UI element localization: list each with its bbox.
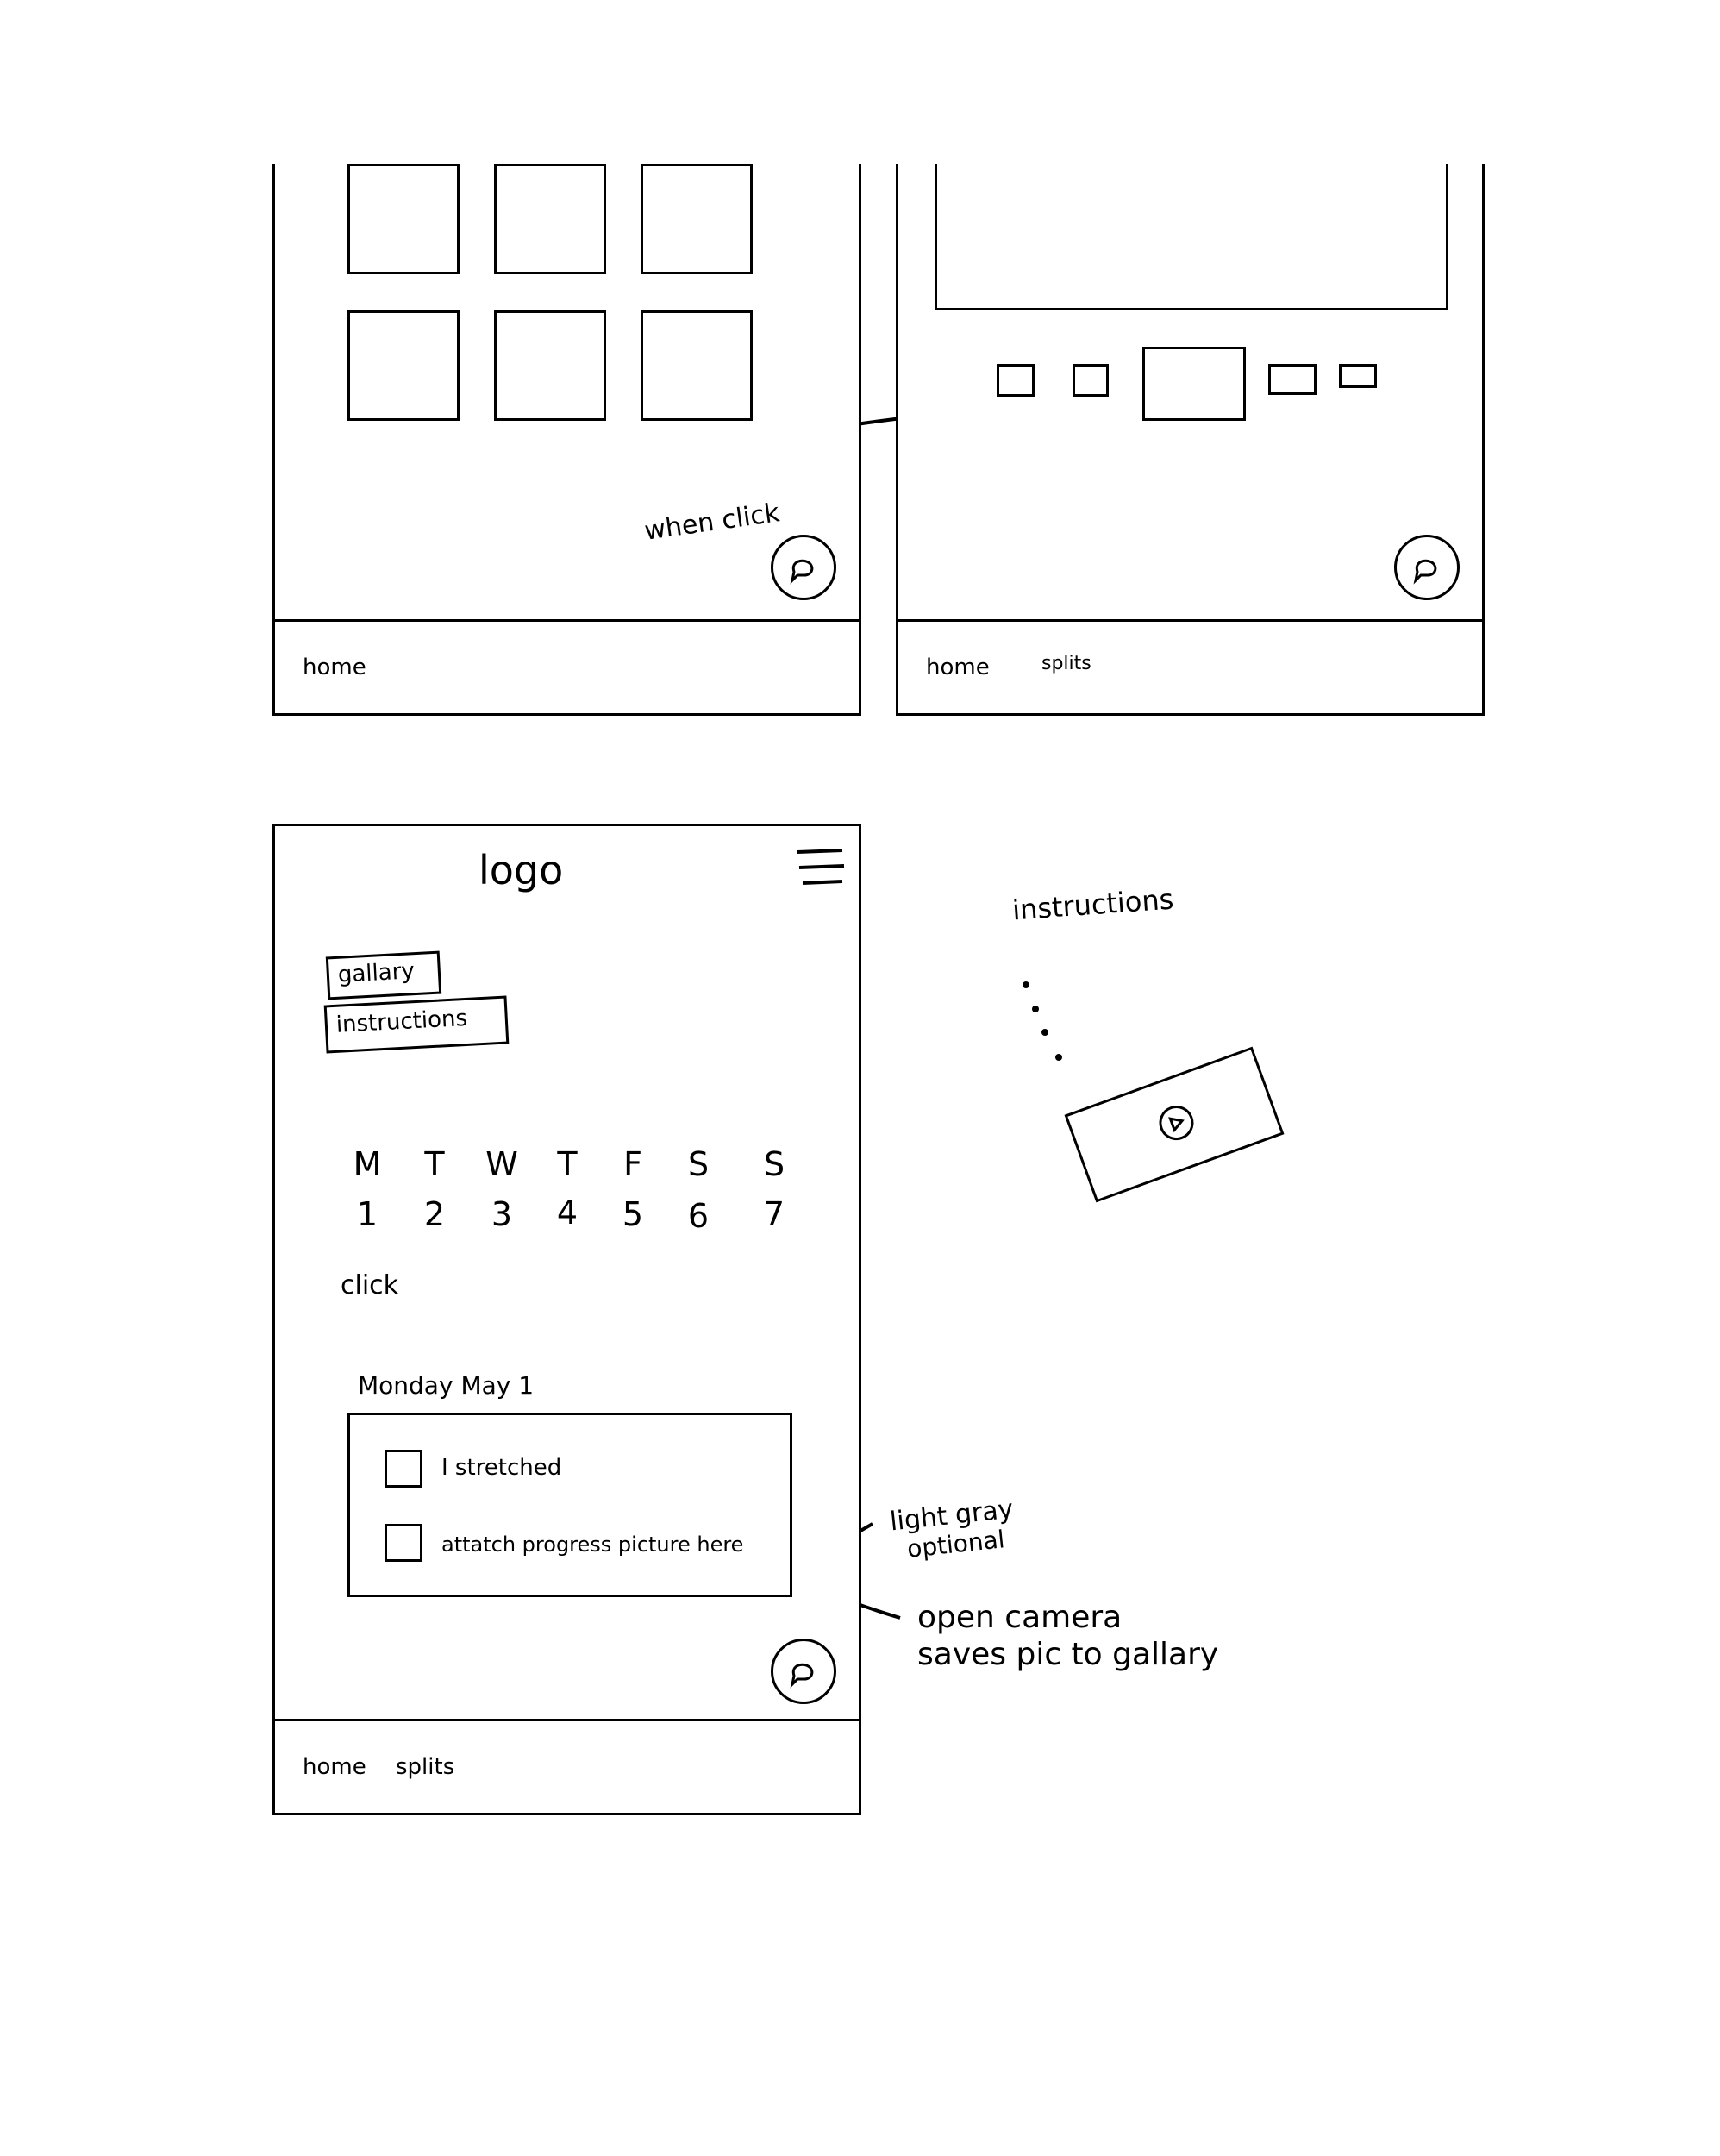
gallery-thumbnail[interactable] [641,310,753,421]
filmstrip-thumb[interactable] [1073,364,1109,397]
nav-home[interactable]: home [926,655,990,680]
date-cell[interactable]: 6 [668,1197,729,1235]
gallery-thumbnail[interactable] [641,164,753,274]
logo: logo [478,847,564,893]
day-label: T [557,1145,578,1183]
gallery-button-label: gallary [337,958,416,988]
day-label: T [424,1145,445,1183]
chat-icon [790,1663,814,1689]
date-cell[interactable]: 5 [603,1195,663,1233]
filmstrip-thumb-selected[interactable] [1142,347,1246,421]
main-image [935,164,1448,310]
day-label: W [485,1145,518,1183]
gallery-thumbnail[interactable] [347,310,460,421]
task-checkbox[interactable] [385,1450,422,1488]
date-cell[interactable]: 7 [744,1195,804,1233]
chat-button[interactable] [1394,535,1460,600]
gallery-screen: when click home [272,164,861,716]
task-label[interactable]: attatch progress picture here [441,1532,743,1557]
gallery-button[interactable]: gallary [325,950,442,1000]
when-click-annotation: when click [642,498,782,547]
instructions-video[interactable] [1064,1046,1285,1203]
day-label: M [353,1145,382,1183]
day-label: F [623,1145,642,1183]
play-icon [1168,1117,1185,1133]
chat-button[interactable] [771,1639,836,1704]
nav-splits[interactable]: splits [1041,653,1091,674]
viewer-screen: home splits [896,164,1485,716]
task-checkbox[interactable] [385,1524,422,1562]
gallery-thumbnail[interactable] [347,164,460,274]
selected-date-heading: Monday May 1 [358,1371,535,1400]
bottom-nav: home splits [275,1719,859,1813]
nav-splits[interactable]: splits [396,1754,454,1780]
filmstrip-thumb[interactable] [997,364,1035,397]
hamburger-icon [797,849,845,885]
home-screen: logo gallary instructions M T W T F S S … [272,824,861,1815]
instructions-button-label: instructions [335,1005,468,1038]
date-cell[interactable]: 3 [472,1195,532,1233]
bottom-nav: home splits [898,619,1482,713]
gallery-thumbnail[interactable] [494,164,606,274]
instructions-title: instructions [1010,882,1175,927]
day-label: S [687,1145,710,1183]
gallery-thumbnail[interactable] [494,310,606,421]
filmstrip-thumb[interactable] [1339,364,1377,388]
nav-home[interactable]: home [303,1754,366,1780]
task-label: I stretched [441,1455,562,1481]
date-cell[interactable]: 2 [404,1195,465,1233]
chat-button[interactable] [771,535,836,600]
date-cell[interactable]: 1 [337,1195,397,1233]
saves-pic-annotation: saves pic to gallary [917,1637,1219,1672]
play-button[interactable] [1154,1100,1199,1145]
date-cell[interactable]: 4 [537,1194,597,1232]
task-card: I stretched attatch progress picture her… [347,1413,792,1597]
menu-button[interactable] [794,847,846,890]
click-annotation: click [341,1270,399,1300]
bottom-nav: home [275,619,859,713]
nav-home[interactable]: home [303,655,366,680]
filmstrip-thumb[interactable] [1268,364,1317,395]
chat-icon [1413,559,1437,585]
open-camera-annotation: open camera [917,1600,1123,1635]
day-label: S [763,1145,785,1183]
instructions-button[interactable]: instructions [323,995,510,1054]
chat-icon [790,559,814,585]
